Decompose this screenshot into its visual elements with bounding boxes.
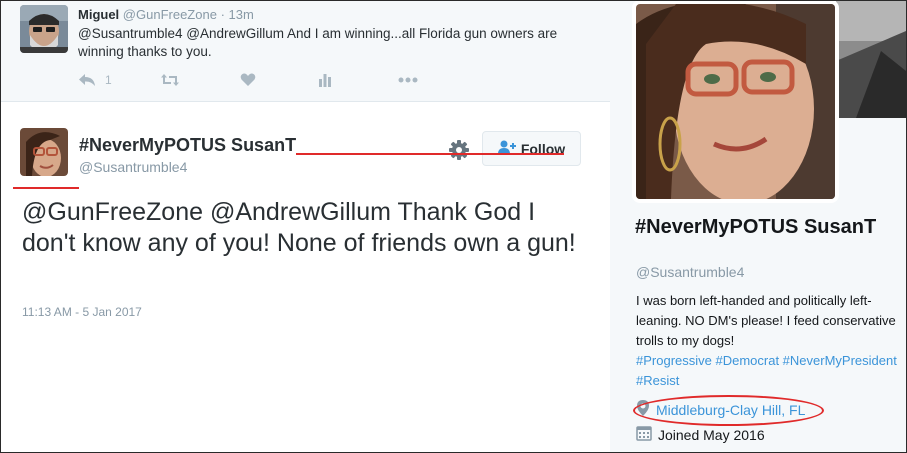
calendar-icon <box>636 425 652 444</box>
profile-location: Middleburg-Clay Hill, FL <box>636 399 805 420</box>
more-icon <box>398 77 418 83</box>
red-underline-annotation <box>13 187 79 189</box>
tweet-author-handle[interactable]: @Susantrumble4 <box>79 159 187 175</box>
tweet-text: @GunFreeZone @AndrewGillum Thank God I d… <box>22 198 576 257</box>
reply-count: 1 <box>105 73 112 87</box>
avatar-miguel[interactable] <box>20 5 68 53</box>
joined-date: Joined May 2016 <box>658 426 765 443</box>
main-tweet: #NeverMyPOTUS SusanT @Susantrumble4 Foll… <box>1 103 610 452</box>
heart-icon <box>240 73 256 87</box>
reply-author-name[interactable]: Miguel <box>78 7 119 22</box>
profile-hashtags[interactable]: #Progressive #Democrat #NeverMyPresident… <box>636 353 897 388</box>
profile-name[interactable]: #NeverMyPOTUS SusanT <box>635 215 895 239</box>
like-button[interactable] <box>240 71 256 89</box>
gear-icon[interactable] <box>448 139 470 161</box>
reply-actions: 1 <box>78 71 438 89</box>
reply-time[interactable]: 13m <box>229 7 254 22</box>
profile-handle[interactable]: @Susantrumble4 <box>636 264 744 280</box>
tweet-author-name[interactable]: #NeverMyPOTUS SusanT <box>79 135 296 156</box>
retweet-button[interactable] <box>160 71 180 89</box>
tweet-timestamp[interactable]: 11:13 AM - 5 Jan 2017 <box>22 305 142 319</box>
avatar-susant[interactable] <box>20 128 68 176</box>
profile-bio-text: I was born left-handed and politically l… <box>636 293 896 348</box>
reply-author-handle[interactable]: @GunFreeZone <box>123 7 217 22</box>
profile-banner <box>836 1 906 118</box>
analytics-button[interactable] <box>318 71 332 89</box>
reply-tweet[interactable]: Miguel @GunFreeZone · 13m @Susantrumble4… <box>1 1 610 102</box>
reply-button[interactable]: 1 <box>78 71 112 89</box>
location-link[interactable]: Middleburg-Clay Hill, FL <box>656 402 805 418</box>
more-button[interactable] <box>398 71 418 89</box>
red-underline-annotation <box>296 153 564 155</box>
follow-button[interactable]: Follow <box>482 131 581 166</box>
reply-separator: · <box>220 7 225 22</box>
retweet-icon <box>160 73 180 87</box>
reply-text: @Susantrumble4 @AndrewGillum And I am wi… <box>78 26 558 59</box>
profile-bio: I was born left-handed and politically l… <box>636 291 902 391</box>
analytics-icon <box>318 73 332 87</box>
profile-photo[interactable] <box>632 0 839 203</box>
reply-header: Miguel @GunFreeZone · 13m <box>78 7 254 22</box>
reply-icon <box>78 73 96 87</box>
profile-joined: Joined May 2016 <box>636 425 765 444</box>
location-pin-icon <box>636 399 650 420</box>
